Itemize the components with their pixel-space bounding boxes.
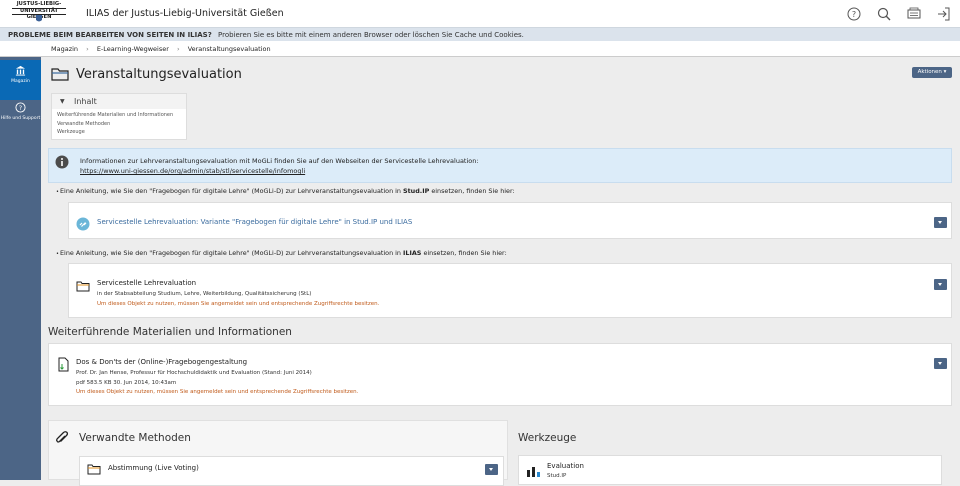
main-sidebar: Magazin ? Hilfe und Support	[0, 57, 41, 480]
paperclip-icon	[56, 431, 69, 443]
folder-icon	[51, 68, 69, 81]
page-title: Veranstaltungsevaluation	[76, 67, 242, 82]
breadcrumb-item[interactable]: Veranstaltungsevaluation	[188, 45, 271, 53]
help-icon: ?	[15, 102, 26, 113]
related-methods-block: Verwandte Methoden Abstimmung (Live Voti…	[48, 420, 508, 486]
weblink-icon	[76, 217, 90, 231]
tool-item-description: Stud.IP	[547, 473, 567, 479]
toc-header[interactable]: ▼ Inhalt	[52, 94, 186, 109]
item-actions-dropdown[interactable]	[934, 358, 947, 369]
chevron-right-icon: ›	[177, 45, 180, 53]
bullet-pre: Eine Anleitung, wie Sie den "Fragebogen …	[60, 249, 404, 257]
tool-item-title[interactable]: Evaluation	[547, 462, 584, 470]
info-link[interactable]: https://www.uni-giessen.de/org/admin/sta…	[80, 167, 305, 175]
bullet-icon: •	[56, 189, 59, 195]
folder-item-warning: Um dieses Objekt zu nutzen, müssen Sie a…	[97, 301, 380, 307]
folder-item-title[interactable]: Servicestelle Lehrevaluation	[97, 279, 196, 287]
method-item-title[interactable]: Abstimmung (Live Voting)	[108, 464, 199, 472]
bar-chart-icon	[527, 467, 540, 477]
university-logo[interactable]: JUSTUS-LIEBIG- UNIVERSITÄT GIESSEN	[6, 1, 72, 25]
breadcrumb-item[interactable]: Magazin	[51, 45, 78, 53]
notice-text: Probieren Sie es bitte mit einem anderen…	[218, 31, 524, 39]
tools-block: Werkzeuge Evaluation Stud.IP	[508, 420, 952, 485]
breadcrumb-item[interactable]: E-Learning-Wegweiser	[97, 45, 169, 53]
bullet-pre: Eine Anleitung, wie Sie den "Fragebogen …	[60, 187, 404, 195]
item-actions-dropdown[interactable]	[485, 464, 498, 475]
sidebar-item-label: Magazin	[11, 79, 30, 84]
actions-dropdown-button[interactable]: Aktionen ▾	[912, 67, 952, 78]
help-icon[interactable]: ?	[846, 6, 862, 22]
file-item-panel: Dos & Don'ts der (Online-)Fragebogengest…	[48, 343, 952, 406]
search-icon[interactable]	[876, 6, 892, 22]
toc-item[interactable]: Werkzeuge	[57, 129, 85, 135]
tool-item-panel: Evaluation Stud.IP	[518, 455, 942, 485]
building-icon	[15, 65, 26, 76]
file-item-meta: pdf 583.5 KB 30. Jun 2014, 10:43am	[76, 380, 177, 386]
toc-item[interactable]: Verwandte Methoden	[57, 121, 110, 127]
info-message: Informationen zur Lehrveranstaltungseval…	[48, 148, 952, 183]
top-bar: JUSTUS-LIEBIG- UNIVERSITÄT GIESSEN ILIAS…	[0, 0, 960, 27]
svg-text:?: ?	[19, 104, 22, 112]
bullet-icon: •	[56, 251, 59, 257]
caret-down-icon: ▾	[941, 69, 947, 75]
bullet-post: einsetzen, finden Sie hier:	[421, 249, 507, 257]
item-actions-dropdown[interactable]	[934, 217, 947, 228]
bullet-post: einsetzen, finden Sie hier:	[429, 187, 515, 195]
sidebar-item-label: Hilfe und Support	[0, 116, 41, 121]
bullet-strong: Stud.IP	[403, 187, 430, 195]
section-heading-methods: Verwandte Methoden	[79, 432, 191, 444]
link-item-panel: Servicestelle Lehrevaluation: Variante "…	[68, 202, 952, 239]
svg-text:?: ?	[852, 10, 856, 19]
file-item-title[interactable]: Dos & Don'ts der (Online-)Fragebogengest…	[76, 358, 247, 366]
file-item-description: Prof. Dr. Jan Hense, Professur für Hochs…	[76, 370, 312, 376]
method-item-panel: Abstimmung (Live Voting)	[79, 456, 504, 486]
lion-emblem-icon	[36, 15, 42, 22]
site-title[interactable]: ILIAS der Justus-Liebig-Universität Gieß…	[86, 8, 284, 19]
notice-title: PROBLEME BEIM BEARBEITEN VON SEITEN IN I…	[8, 31, 212, 39]
bullet-strong: ILIAS	[403, 249, 422, 257]
actions-label: Aktionen	[917, 69, 942, 75]
breadcrumb: Magazin › E-Learning-Wegweiser › Veranst…	[0, 41, 960, 57]
notification-center-icon[interactable]	[906, 6, 922, 22]
file-icon	[58, 357, 69, 372]
folder-item-description: in der Stabsabteilung Studium, Lehre, We…	[97, 291, 312, 297]
sidebar-item-magazin[interactable]: Magazin	[0, 60, 41, 100]
folder-icon	[87, 464, 101, 475]
toc-item[interactable]: Weiterführende Materialien und Informati…	[57, 112, 173, 118]
bullet-text: Eine Anleitung, wie Sie den "Fragebogen …	[60, 187, 515, 195]
item-actions-dropdown[interactable]	[934, 279, 947, 290]
section-heading-materials: Weiterführende Materialien und Informati…	[48, 326, 292, 338]
toc-heading: Inhalt	[74, 97, 97, 106]
chevron-right-icon: ›	[86, 45, 89, 53]
info-body: Informationen zur Lehrveranstaltungseval…	[80, 157, 479, 165]
bullet-text: Eine Anleitung, wie Sie den "Fragebogen …	[60, 249, 507, 257]
info-text: Informationen zur Lehrveranstaltungseval…	[80, 156, 479, 176]
sidebar-item-help[interactable]: ? Hilfe und Support	[0, 97, 41, 137]
folder-item-panel: Servicestelle Lehrevaluation in der Stab…	[68, 263, 952, 318]
section-heading-tools: Werkzeuge	[518, 432, 577, 444]
link-item-title[interactable]: Servicestelle Lehrevaluation: Variante "…	[97, 218, 412, 226]
folder-icon	[76, 281, 90, 292]
triangle-down-icon: ▼	[60, 98, 65, 105]
login-icon[interactable]	[936, 6, 952, 22]
info-icon	[55, 155, 69, 169]
notice-banner: PROBLEME BEIM BEARBEITEN VON SEITEN IN I…	[0, 27, 960, 41]
table-of-contents: ▼ Inhalt Weiterführende Materialien und …	[51, 93, 187, 140]
file-item-warning: Um dieses Objekt zu nutzen, müssen Sie a…	[76, 389, 359, 395]
